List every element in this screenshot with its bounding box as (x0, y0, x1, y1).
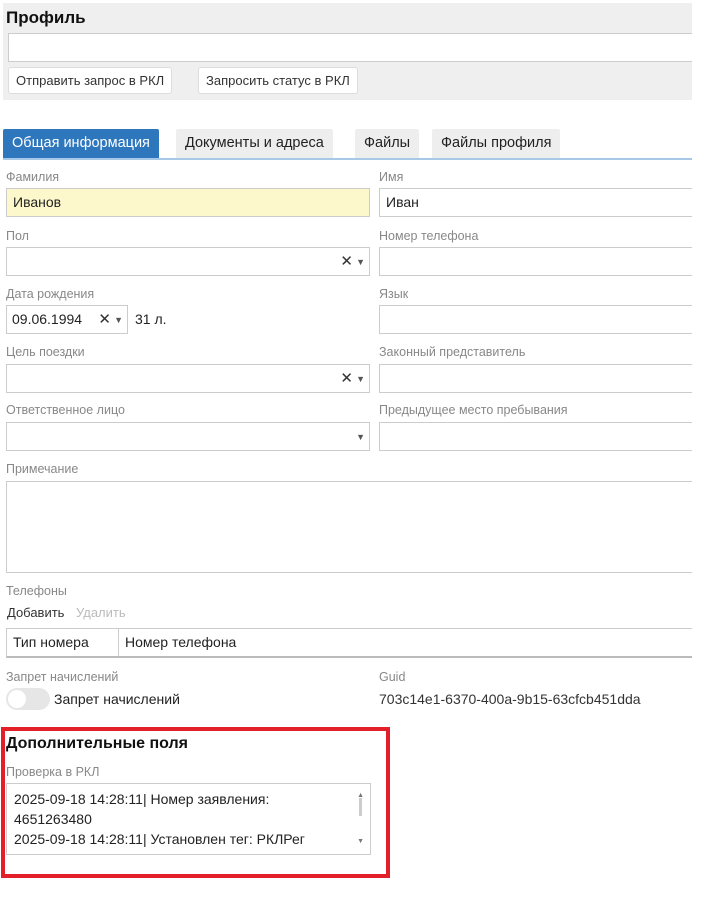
chevron-down-icon[interactable]: ▼ (356, 366, 365, 393)
birth-date-input[interactable]: 09.06.1994 ✕ ▼ (6, 305, 128, 334)
column-phone-number[interactable]: Номер телефона (119, 629, 242, 656)
clear-icon[interactable]: ✕ (340, 248, 353, 275)
page-title: Профиль (6, 8, 86, 27)
phone-input[interactable] (379, 247, 692, 276)
send-rkl-request-button[interactable]: Отправить запрос в РКЛ (8, 67, 173, 94)
birth-date-label: Дата рождения (6, 287, 95, 301)
last-name-input[interactable]: Иванов (6, 188, 370, 217)
extra-fields-title: Дополнительные поля (6, 735, 189, 752)
legal-rep-label: Законный представитель (379, 345, 526, 359)
chevron-down-icon[interactable]: ▼ (356, 424, 365, 451)
tab-general-info[interactable]: Общая информация (3, 129, 159, 158)
first-name-label: Имя (379, 170, 404, 184)
rkl-check-textarea[interactable]: 2025-09-18 14:28:11| Номер заявления: 46… (6, 783, 371, 855)
language-input[interactable] (379, 305, 692, 334)
phones-label: Телефоны (6, 584, 67, 598)
clear-icon[interactable]: ✕ (98, 306, 111, 333)
scroll-down-icon[interactable]: ▼ (357, 832, 364, 852)
rkl-log-line: 4651263480 (14, 811, 92, 827)
charges-ban-toggle-label: Запрет начислений (54, 691, 180, 707)
prev-place-input[interactable] (379, 422, 692, 451)
guid-label: Guid (379, 670, 406, 684)
gender-label: Пол (6, 229, 29, 243)
first-name-input[interactable]: Иван (379, 188, 692, 217)
tab-documents-addresses[interactable]: Документы и адреса (176, 129, 333, 158)
request-rkl-status-button[interactable]: Запросить статус в РКЛ (198, 67, 358, 94)
rkl-log-line: 2025-09-18 14:28:11| Установлен тег: РКЛ… (14, 831, 305, 847)
age-text: 31 л. (135, 311, 167, 327)
scrollbar-thumb[interactable] (359, 798, 362, 816)
trip-purpose-label: Цель поездки (6, 345, 85, 359)
chevron-down-icon[interactable]: ▼ (356, 249, 365, 276)
profile-input[interactable] (8, 33, 692, 62)
note-textarea[interactable] (6, 481, 692, 573)
charges-ban-toggle[interactable] (6, 688, 50, 710)
gender-select[interactable]: ✕ ▼ (6, 247, 370, 276)
add-phone-button[interactable]: Добавить (7, 605, 64, 620)
prev-place-label: Предыдущее место пребывания (379, 403, 568, 417)
birth-date-value: 09.06.1994 (12, 311, 83, 327)
phones-table-header: Тип номера Номер телефона (6, 628, 692, 658)
legal-rep-input[interactable] (379, 364, 692, 393)
trip-purpose-select[interactable]: ✕ ▼ (6, 364, 370, 393)
responsible-select[interactable]: ▼ (6, 422, 370, 451)
note-label: Примечание (6, 462, 79, 476)
phone-label: Номер телефона (379, 229, 479, 243)
charges-ban-label: Запрет начислений (6, 670, 119, 684)
responsible-label: Ответственное лицо (6, 403, 125, 417)
rkl-check-label: Проверка в РКЛ (6, 765, 100, 779)
delete-phone-button[interactable]: Удалить (76, 605, 126, 620)
last-name-label: Фамилия (6, 170, 60, 184)
guid-value: 703c14e1-6370-400a-9b15-63cfcb451dda (379, 691, 641, 707)
tab-files[interactable]: Файлы (355, 129, 420, 158)
column-phone-type[interactable]: Тип номера (7, 629, 119, 656)
chevron-down-icon[interactable]: ▼ (114, 307, 123, 334)
clear-icon[interactable]: ✕ (340, 365, 353, 392)
rkl-log-line: 2025-09-18 14:28:11| Номер заявления: (14, 791, 270, 807)
tab-divider (3, 158, 692, 160)
language-label: Язык (379, 287, 409, 301)
tab-profile-files[interactable]: Файлы профиля (432, 129, 561, 158)
